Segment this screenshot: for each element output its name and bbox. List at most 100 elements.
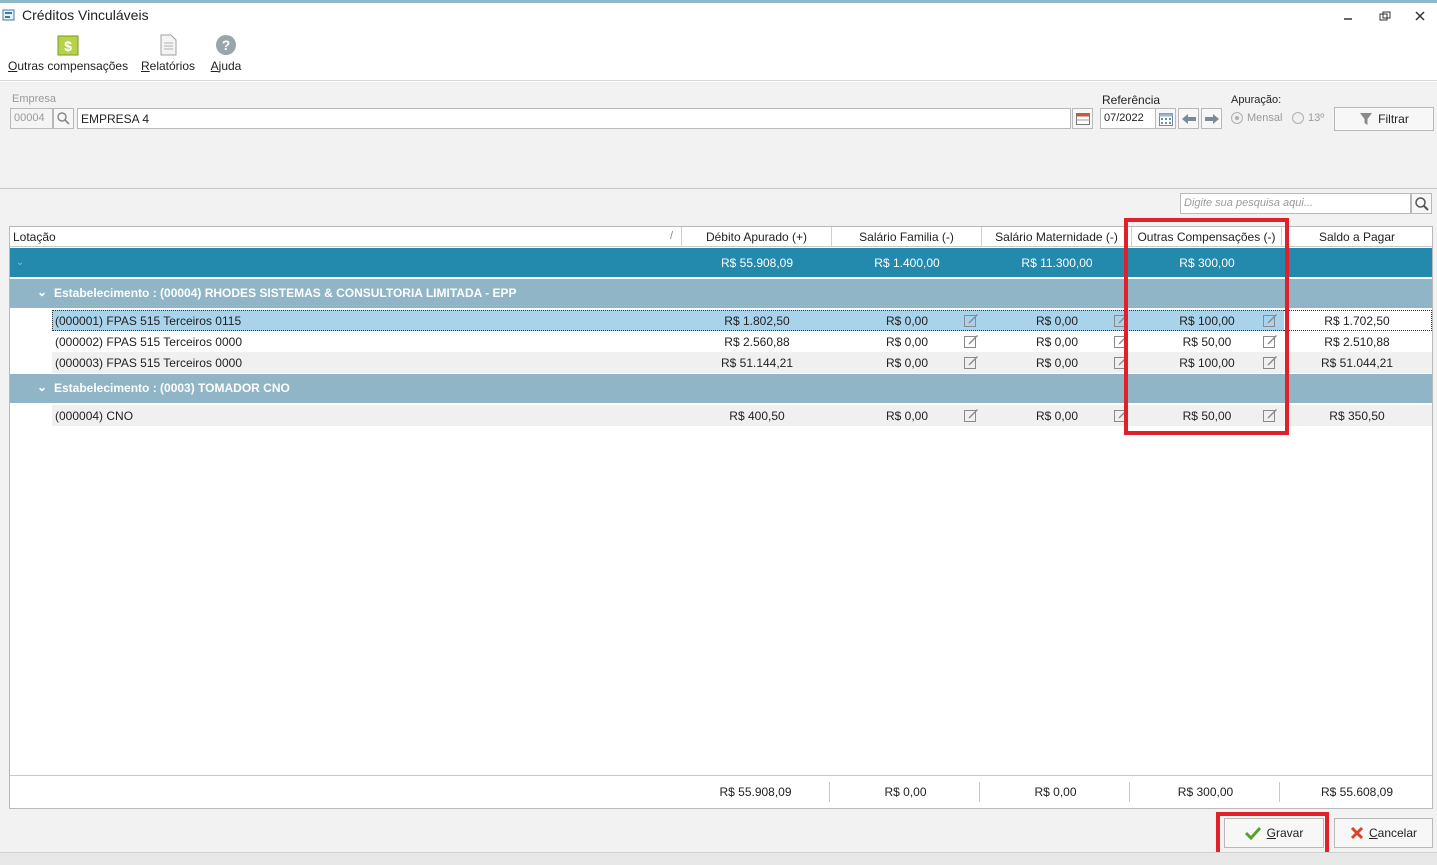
footer-salario-familia: R$ 0,00 [832, 782, 980, 802]
cell-salario-maternidade: R$ 0,00 [1035, 334, 1079, 349]
edit-icon[interactable] [1113, 407, 1129, 423]
chevron-down-icon[interactable]: ⌄ [37, 285, 47, 299]
radio-mensal-label: Mensal [1247, 112, 1283, 124]
table-icon [1075, 112, 1090, 125]
edit-icon[interactable] [1262, 333, 1278, 349]
group-label: Estabelecimento : (00004) RHODES SISTEMA… [54, 286, 517, 300]
filter-icon [1360, 113, 1373, 125]
column-header-outras-compensacoes-label: Outras Compensações (-) [1137, 230, 1276, 244]
row-indent [10, 352, 52, 373]
radio-13[interactable]: 13º [1292, 112, 1324, 124]
total-salario-maternidade: R$ 11.300,00 [1021, 255, 1093, 270]
cell-outras-compensacoes: R$ 100,00 [1179, 313, 1235, 328]
row-indent [10, 310, 52, 331]
edit-icon[interactable] [963, 312, 979, 328]
edit-icon[interactable] [963, 333, 979, 349]
edit-icon[interactable] [1262, 354, 1278, 370]
cell-saldo: R$ 1.702,50 [1324, 313, 1390, 328]
report-icon [160, 34, 177, 56]
cell-lotacao: (000002) FPAS 515 Terceiros 0000 [55, 334, 243, 349]
svg-text:$: $ [64, 38, 72, 54]
footer-saldo: R$ 55.608,09 [1320, 785, 1394, 799]
collapse-all-icon[interactable]: ⌄ [16, 248, 24, 277]
column-header-salario-familia[interactable]: Salário Familia (-) [832, 227, 982, 247]
cell-salario-familia: R$ 0,00 [885, 313, 929, 328]
group-row[interactable]: ⌄ Estabelecimento : (00004) RHODES SISTE… [10, 279, 1432, 308]
empresa-name-field[interactable]: EMPRESA 4 [77, 108, 1071, 129]
radio-mensal-dot [1231, 112, 1243, 124]
filtrar-button[interactable]: Filtrar [1334, 107, 1434, 131]
group-label: Estabelecimento : (0003) TOMADOR CNO [54, 381, 290, 395]
table-row[interactable]: (000001) FPAS 515 Terceiros 0115 R$ 1.80… [10, 310, 1432, 331]
title-bar: Créditos Vinculáveis [0, 0, 1437, 29]
grid-footer: R$ 55.908,09 R$ 0,00 R$ 0,00 R$ 300,00 R… [10, 775, 1432, 808]
close-icon [1415, 11, 1425, 21]
cancel-x-icon [1350, 826, 1364, 840]
cell-lotacao: (000004) CNO [55, 408, 134, 423]
cell-lotacao: (000003) FPAS 515 Terceiros 0000 [55, 355, 243, 370]
table-row[interactable]: (000002) FPAS 515 Terceiros 0000 R$ 2.56… [10, 331, 1432, 352]
edit-icon[interactable] [1262, 407, 1278, 423]
next-period-button[interactable] [1201, 108, 1222, 129]
group-row[interactable]: ⌄ Estabelecimento : (0003) TOMADOR CNO [10, 374, 1432, 403]
svg-text:?: ? [222, 37, 231, 53]
total-row[interactable]: ⌄ R$ 55.908,09 R$ 1.400,00 R$ 11.300,00 … [10, 248, 1432, 277]
empresa-search-button[interactable] [53, 108, 74, 129]
edit-icon[interactable] [1113, 312, 1129, 328]
cell-saldo: R$ 350,50 [1329, 408, 1385, 423]
cell-debito: R$ 51.144,21 [720, 355, 794, 370]
total-outras-compensacoes: R$ 300,00 [1179, 255, 1235, 270]
search-icon [57, 112, 70, 125]
table-row[interactable]: (000004) CNO R$ 400,50 R$ 0,00 R$ 0,00 R… [10, 405, 1432, 426]
calendar-icon [1158, 112, 1173, 126]
column-header-salario-maternidade-label: Salário Maternidade (-) [995, 230, 1118, 244]
cancelar-label: Cancelar [1368, 826, 1418, 840]
search-icon [1414, 196, 1429, 211]
minimize-button[interactable] [1334, 7, 1362, 25]
chevron-down-icon[interactable]: ⌄ [37, 380, 47, 394]
previous-period-button[interactable] [1178, 108, 1199, 129]
relatorios-button[interactable]: Relatórios [140, 34, 196, 73]
cell-lotacao: (000001) FPAS 515 Terceiros 0115 [55, 313, 242, 328]
column-header-debito[interactable]: Débito Apurado (+) [682, 227, 832, 247]
restore-button[interactable] [1371, 7, 1399, 25]
edit-icon[interactable] [963, 407, 979, 423]
column-header-saldo[interactable]: Saldo a Pagar [1282, 227, 1432, 247]
total-salario-familia: R$ 1.400,00 [874, 255, 940, 270]
referencia-field[interactable]: 07/2022 [1100, 108, 1156, 129]
calendar-button[interactable] [1155, 108, 1176, 129]
sort-icon: / [669, 230, 673, 242]
minimize-icon [1344, 18, 1352, 20]
window-title: Créditos Vinculáveis [22, 7, 149, 23]
empresa-list-button[interactable] [1072, 108, 1093, 129]
ajuda-button[interactable]: ? Ajuda [206, 34, 246, 73]
search-button[interactable] [1411, 193, 1432, 214]
help-icon: ? [216, 35, 236, 55]
edit-icon[interactable] [1262, 312, 1278, 328]
gravar-button[interactable]: Gravar [1224, 818, 1324, 848]
radio-mensal[interactable]: Mensal [1231, 112, 1282, 124]
edit-icon[interactable] [1113, 333, 1129, 349]
column-header-lotacao[interactable]: Lotação / [10, 227, 682, 247]
search-input[interactable]: Digite sua pesquisa aqui... [1180, 193, 1411, 214]
restore-icon [1379, 11, 1391, 21]
outras-compensacoes-label: Outras compensações [8, 59, 129, 73]
table-row[interactable]: (000003) FPAS 515 Terceiros 0000 R$ 51.1… [10, 352, 1432, 373]
column-header-debito-label: Débito Apurado (+) [705, 230, 808, 244]
edit-icon[interactable] [963, 354, 979, 370]
cell-saldo: R$ 2.510,88 [1324, 334, 1390, 349]
arrow-left-icon [1181, 113, 1196, 124]
app-icon [2, 9, 15, 21]
footer-debito: R$ 55.908,09 [682, 782, 830, 802]
empresa-label: Empresa [12, 93, 57, 105]
edit-icon[interactable] [1113, 354, 1129, 370]
column-header-outras-compensacoes[interactable]: Outras Compensações (-) [1132, 227, 1282, 247]
cancelar-button[interactable]: Cancelar [1334, 818, 1433, 848]
relatorios-label: Relatórios [140, 59, 196, 73]
column-header-salario-maternidade[interactable]: Salário Maternidade (-) [982, 227, 1132, 247]
column-header-salario-familia-label: Salário Familia (-) [859, 230, 954, 244]
filtrar-label: Filtrar [1378, 112, 1409, 126]
arrow-right-icon [1204, 113, 1219, 124]
close-button[interactable] [1406, 7, 1434, 25]
outras-compensacoes-button[interactable]: $ Outras compensações [8, 34, 128, 73]
